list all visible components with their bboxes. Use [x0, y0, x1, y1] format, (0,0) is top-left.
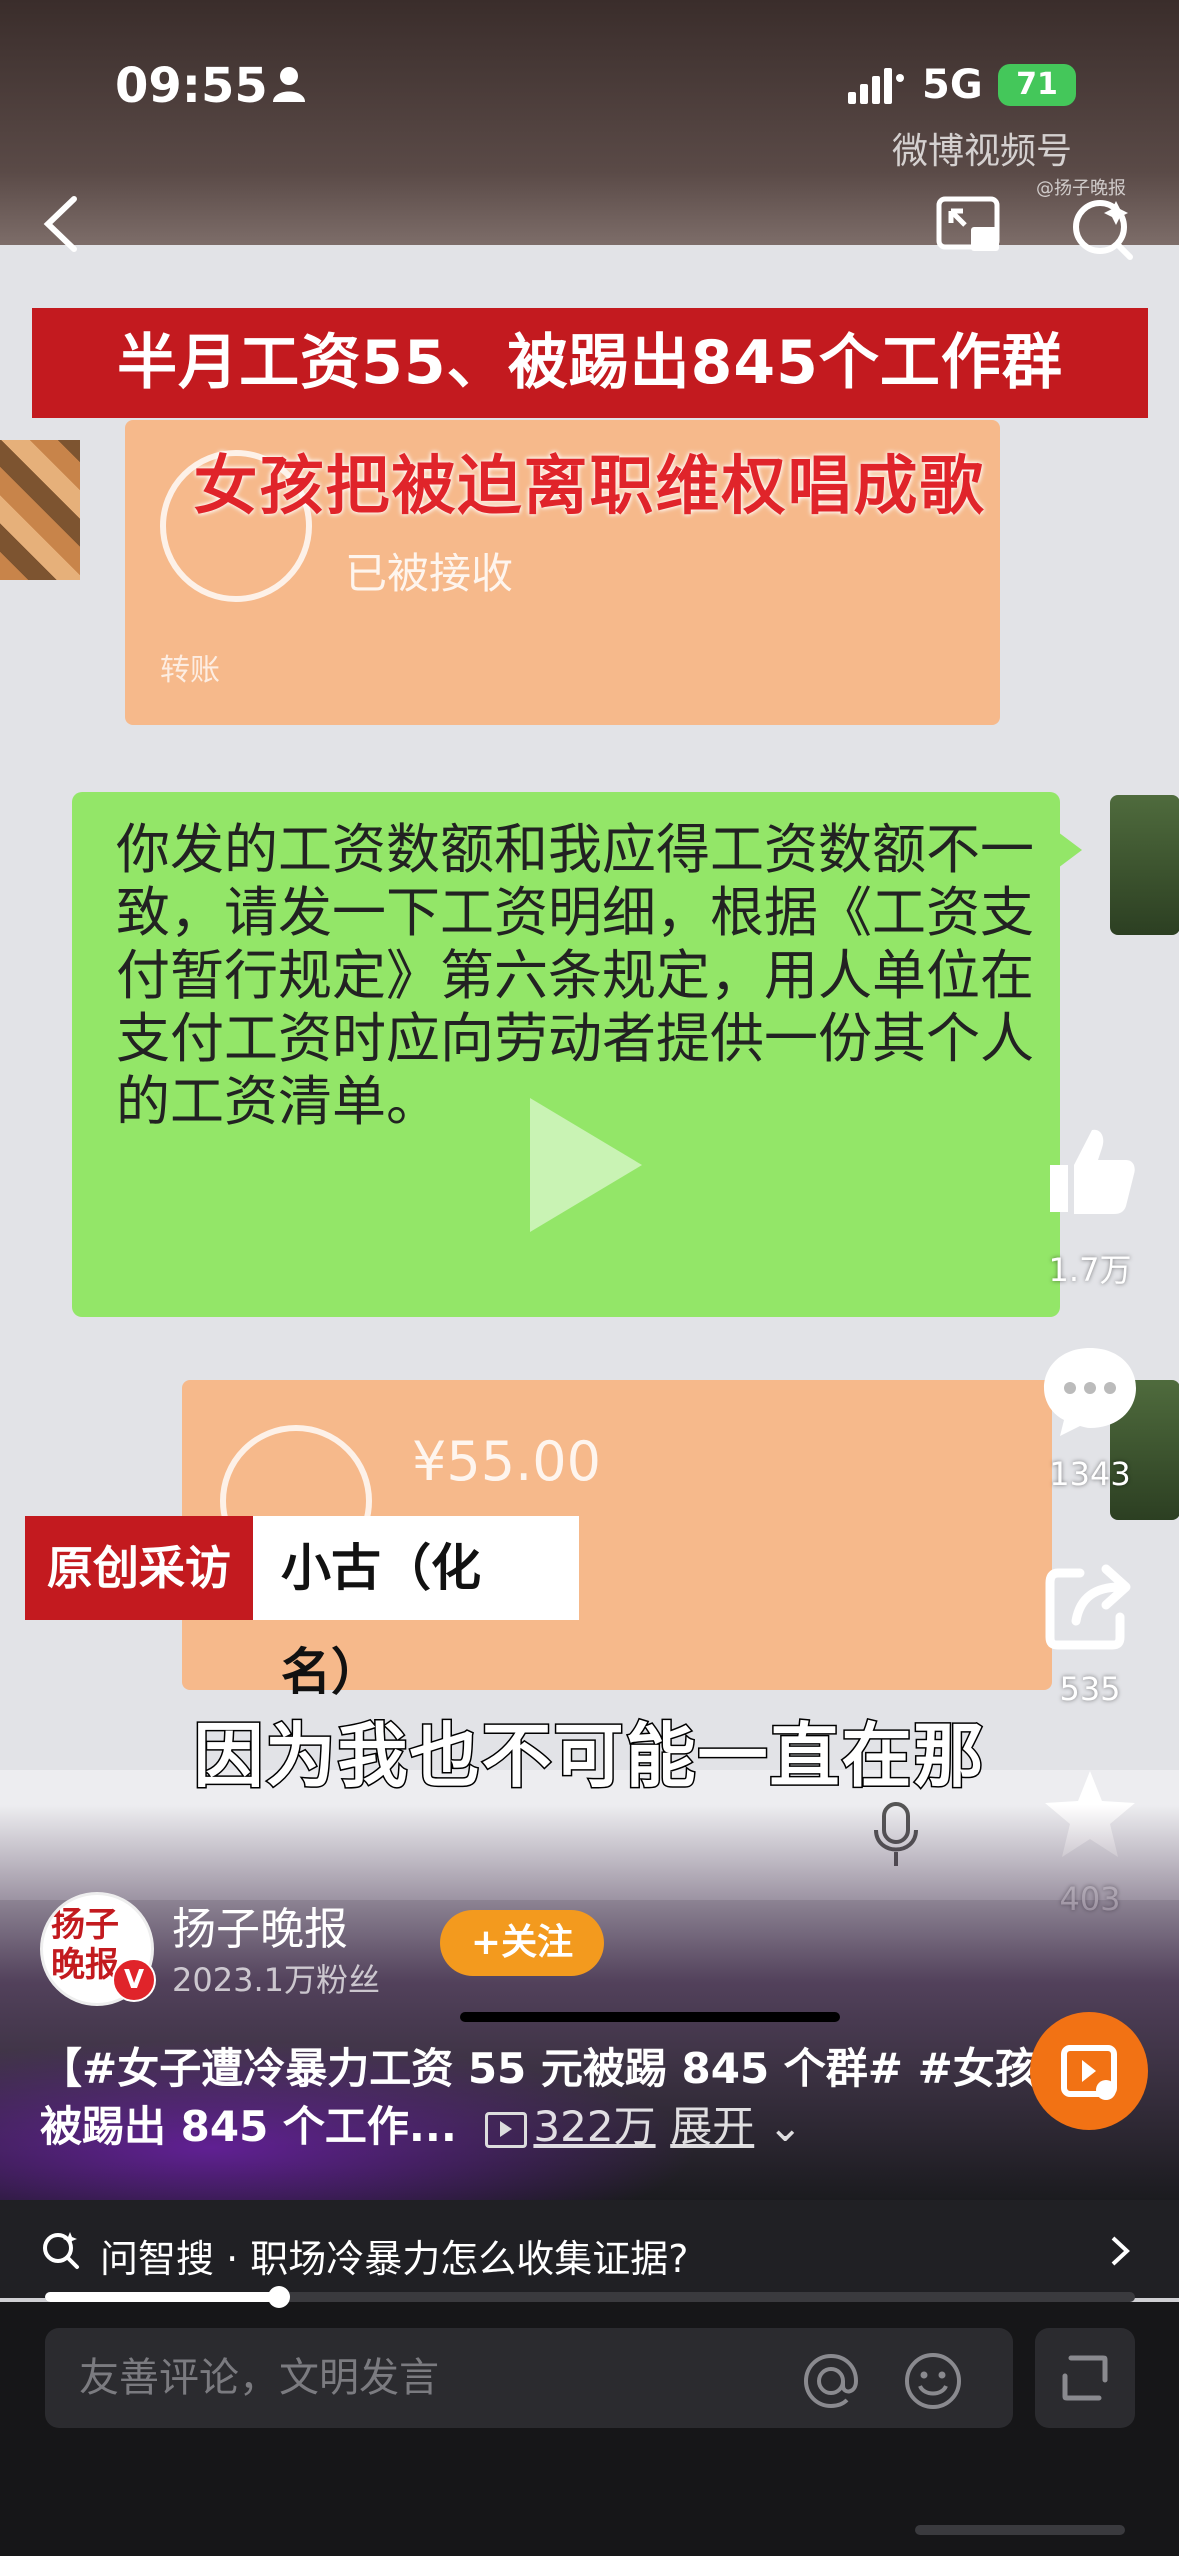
battery-indicator: 71	[998, 64, 1076, 106]
video-caption: 因为我也不可能一直在那	[192, 1714, 986, 1799]
mention-icon[interactable]	[800, 2350, 862, 2412]
comment-icon[interactable]	[1040, 1340, 1140, 1440]
play-count-icon	[485, 2111, 528, 2148]
author-logo: 扬子 晚报	[51, 1905, 119, 1985]
share-count: 535	[1059, 1670, 1121, 1708]
chat-message-text: 你发的工资数额和我应得工资数额不一致，请发一下工资明细，根据《工资支付暂行规定》…	[116, 818, 1034, 1133]
playlist-icon	[1061, 2045, 1117, 2100]
author-name[interactable]: 扬子晚报	[172, 1893, 348, 1957]
video-headline-banner: 半月工资55、被踢出845个工作群	[32, 308, 1148, 418]
like-count: 1.7万	[1048, 1251, 1132, 1289]
play-icon[interactable]	[520, 1090, 650, 1240]
like-icon[interactable]	[1040, 1120, 1140, 1220]
network-label: 5G	[922, 62, 983, 108]
chevron-down-icon: ⌄	[754, 2102, 803, 2151]
transfer-label: 转账	[160, 653, 220, 688]
home-indicator	[915, 2525, 1125, 2535]
video-description: 【#女子遭冷暴力工资 55 元被踢 845 个群# #女孩被踢出 845 个工作…	[40, 2040, 1040, 2156]
search-icon[interactable]	[1070, 195, 1136, 261]
chat-avatar	[1110, 795, 1179, 935]
transfer-amount: ¥55.00	[412, 1430, 601, 1493]
interviewee-name: 小古（化名）	[253, 1516, 579, 1701]
verified-badge-icon: V	[112, 1958, 156, 2002]
interview-tag-label: 原创采访	[25, 1516, 253, 1620]
weibo-watermark: 微博视频号	[892, 131, 1073, 172]
author-fans: 2023.1万粉丝	[172, 1961, 380, 1999]
fullscreen-comment-button[interactable]	[1035, 2328, 1135, 2428]
status-time: 09:55	[115, 58, 268, 114]
transfer-status: 已被接收	[345, 549, 514, 598]
smart-search-text[interactable]: 问智搜 · 职场冷暴力怎么收集证据?	[100, 2228, 688, 2283]
smart-search-icon	[43, 2232, 79, 2269]
weibo-video-screen: 09:55 5G 71 微博视频号 @扬子晚报 半月工资55、被踢出845个工作…	[0, 0, 1179, 2556]
picture-in-picture-icon[interactable]	[935, 195, 1005, 257]
back-arrow-icon[interactable]	[40, 195, 80, 253]
interview-tag: 原创采访 小古（化名）	[25, 1516, 579, 1701]
signal-icon	[848, 68, 904, 104]
gesture-bar	[460, 2012, 840, 2022]
comment-count: 1343	[1049, 1455, 1131, 1493]
emoji-icon[interactable]	[902, 2350, 964, 2412]
collection-button[interactable]	[1030, 2012, 1148, 2130]
video-headline-subtitle: 女孩把被迫离职维权唱成歌	[193, 450, 986, 524]
share-icon[interactable]	[1040, 1555, 1140, 1655]
chevron-right-icon	[1111, 2236, 1130, 2266]
expand-icon	[1062, 2355, 1108, 2401]
follow-button[interactable]: +关注	[440, 1910, 604, 1976]
comment-input[interactable]: 友善评论，文明发言	[45, 2328, 1013, 2428]
person-icon	[273, 67, 305, 102]
expand-link[interactable]: 展开	[670, 2102, 754, 2151]
seek-bar-progress	[45, 2292, 280, 2302]
view-count: 322万	[533, 2102, 656, 2151]
